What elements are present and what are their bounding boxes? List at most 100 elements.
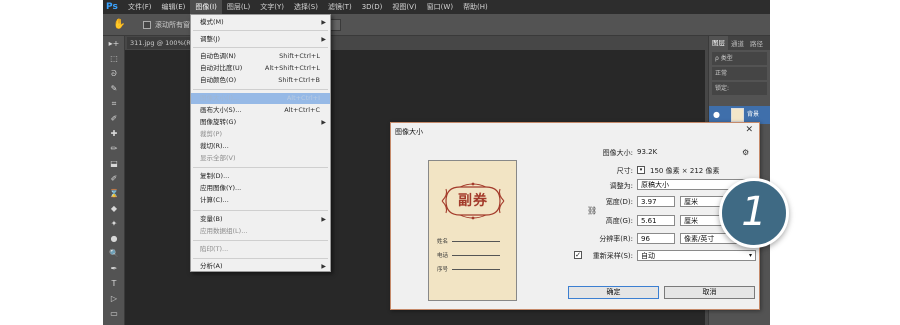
ok-button[interactable]: 确定 xyxy=(568,286,659,299)
menu-item-trap: 陷印(T)... xyxy=(200,245,229,253)
resample-checkbox[interactable]: ✓ xyxy=(574,251,582,259)
toolbox: ▸+ ⬚ ᘐ ✎ ⌗ ✐ ✚ ✏ ⬓ ✐ ⌛ ◆ ✦ ● 🔍 ✒ T ▷ ▭ xyxy=(103,36,125,325)
hand-tool-icon[interactable]: ✋ xyxy=(113,18,127,32)
crop-tool-icon[interactable]: ⌗ xyxy=(103,96,125,111)
scroll-all-windows-checkbox[interactable] xyxy=(143,20,151,29)
submenu-arrow-icon: ▶ xyxy=(321,216,326,223)
lock-row: 锁定: xyxy=(712,82,767,95)
pen-tool-icon[interactable]: ✒ xyxy=(103,261,125,276)
dimensions-value: 150 像素 × 212 像素 xyxy=(650,167,720,175)
healing-tool-icon[interactable]: ✚ xyxy=(103,126,125,141)
image-size-dialog: 图像大小 ✕ 副券 姓名 电话 序号 图像大小: 93.2K ⚙ 尺寸: ▾ 1… xyxy=(390,122,760,310)
gear-icon[interactable]: ⚙ xyxy=(742,148,749,157)
path-select-tool-icon[interactable]: ▷ xyxy=(103,291,125,306)
image-size-label: 图像大小: xyxy=(602,149,633,157)
type-tool-icon[interactable]: T xyxy=(103,276,125,291)
resolution-label: 分辨率(R): xyxy=(599,235,633,243)
menu-item-duplicate[interactable]: 复制(D)... xyxy=(191,171,330,182)
menu-separator xyxy=(193,89,328,90)
form-field-name: 姓名 xyxy=(437,237,501,245)
cancel-button[interactable]: 取消 xyxy=(664,286,755,299)
resample-label: 重新采样(S): xyxy=(592,252,633,260)
menu-item-auto-contrast[interactable]: 自动对比度(U) Alt+Shift+Ctrl+L xyxy=(191,63,330,74)
layer-filter[interactable]: ρ 类型 xyxy=(712,52,767,65)
dimensions-dropdown[interactable]: ▾ xyxy=(637,166,645,174)
height-input[interactable]: 5.61 xyxy=(637,215,675,226)
close-icon[interactable]: ✕ xyxy=(745,125,753,135)
history-brush-tool-icon[interactable]: ✐ xyxy=(103,171,125,186)
link-icon[interactable]: ⛓ xyxy=(587,206,597,215)
quick-select-tool-icon[interactable]: ✎ xyxy=(103,81,125,96)
menu-separator xyxy=(193,30,328,31)
layer-name: 背景 xyxy=(747,111,760,118)
menu-separator xyxy=(193,210,328,211)
image-preview[interactable]: 副券 姓名 电话 序号 xyxy=(428,160,517,301)
menu-layer[interactable]: 图层(L) xyxy=(222,0,255,14)
tab-paths[interactable]: 路径 xyxy=(747,38,766,48)
fit-to-label: 调整为: xyxy=(609,182,633,190)
zoom-tool-icon[interactable]: 🔍 xyxy=(103,246,125,261)
menu-item-canvas-size[interactable]: 画布大小(S)... Alt+Ctrl+C xyxy=(191,105,330,116)
height-label: 高度(G): xyxy=(605,217,633,225)
menu-item-variables[interactable]: 变量(B) ▶ xyxy=(191,214,330,225)
photoshop-logo: Ps xyxy=(106,2,118,12)
menu-window[interactable]: 窗口(W) xyxy=(422,0,458,14)
submenu-arrow-icon: ▶ xyxy=(321,19,326,26)
menu-item-mode[interactable]: 模式(M) ▶ xyxy=(191,17,330,28)
form-field-number: 序号 xyxy=(437,265,501,273)
shape-tool-icon[interactable]: ▭ xyxy=(103,306,125,321)
menu-separator xyxy=(193,240,328,241)
menu-separator xyxy=(193,167,328,168)
dodge-tool-icon[interactable]: ● xyxy=(103,231,125,246)
eraser-tool-icon[interactable]: ⌛ xyxy=(103,186,125,201)
lasso-tool-icon[interactable]: ᘐ xyxy=(103,66,125,81)
eyedropper-tool-icon[interactable]: ✐ xyxy=(103,111,125,126)
blur-tool-icon[interactable]: ✦ xyxy=(103,216,125,231)
stamp-tool-icon[interactable]: ⬓ xyxy=(103,156,125,171)
menu-edit[interactable]: 编辑(E) xyxy=(157,0,191,14)
eye-icon[interactable]: ● xyxy=(713,110,720,119)
width-input[interactable]: 3.97 xyxy=(637,196,675,207)
menu-type[interactable]: 文字(Y) xyxy=(255,0,289,14)
menu-filter[interactable]: 滤镜(T) xyxy=(323,0,357,14)
submenu-arrow-icon: ▶ xyxy=(321,263,326,270)
submenu-arrow-icon: ▶ xyxy=(321,36,326,43)
marquee-tool-icon[interactable]: ⬚ xyxy=(103,51,125,66)
menu-view[interactable]: 视图(V) xyxy=(387,0,421,14)
menu-item-apply-data-set: 应用数据组(L)... xyxy=(200,227,248,235)
menu-bar: Ps 文件(F) 编辑(E) 图像(I) 图层(L) 文字(Y) 选择(S) 滤… xyxy=(103,0,770,14)
menu-item-image-rotation[interactable]: 图像旋转(G) ▶ xyxy=(191,117,330,128)
gradient-tool-icon[interactable]: ◆ xyxy=(103,201,125,216)
menu-image[interactable]: 图像(I) xyxy=(190,0,222,14)
menu-separator xyxy=(193,47,328,48)
image-menu-dropdown: 模式(M) ▶ 调整(J) ▶ 自动色调(N) Shift+Ctrl+L 自动对比度(… xyxy=(190,14,331,272)
dialog-title: 图像大小 xyxy=(395,128,423,136)
layer-thumbnail xyxy=(731,108,744,122)
step-number-badge: 1 xyxy=(719,178,789,248)
menu-item-reveal-all: 显示全部(V) xyxy=(200,154,236,162)
ticket-title: 副券 xyxy=(458,193,488,209)
menu-select[interactable]: 选择(S) xyxy=(289,0,323,14)
menu-item-auto-tone[interactable]: 自动色调(N) Shift+Ctrl+L xyxy=(191,51,330,62)
menu-file[interactable]: 文件(F) xyxy=(123,0,157,14)
tab-channels[interactable]: 通道 xyxy=(728,38,747,48)
resolution-input[interactable]: 96 xyxy=(637,233,675,244)
resample-select[interactable]: 自动 ▾ xyxy=(637,250,756,261)
menu-item-crop: 裁剪(P) xyxy=(200,130,222,138)
brush-tool-icon[interactable]: ✏ xyxy=(103,141,125,156)
menu-item-auto-color[interactable]: 自动颜色(O) Shift+Ctrl+B xyxy=(191,75,330,86)
menu-item-analysis[interactable]: 分析(A) ▶ xyxy=(191,261,330,272)
tab-layers[interactable]: 图层 xyxy=(709,36,728,50)
menu-item-apply-image[interactable]: 应用图像(Y)... xyxy=(191,183,330,194)
menu-item-image-size[interactable]: 图像大小(I)... Alt+Ctrl+I xyxy=(191,93,330,104)
blend-mode-select[interactable]: 正常 xyxy=(712,67,767,80)
menu-separator xyxy=(193,258,328,259)
chevron-down-icon: ▾ xyxy=(748,252,752,259)
panel-tabs: 图层 通道 路径 xyxy=(709,36,770,50)
menu-3d[interactable]: 3D(D) xyxy=(357,0,388,14)
menu-help[interactable]: 帮助(H) xyxy=(458,0,493,14)
menu-item-adjust[interactable]: 调整(J) ▶ xyxy=(191,34,330,45)
move-tool-icon[interactable]: ▸+ xyxy=(103,36,125,51)
menu-item-trim[interactable]: 裁切(R)... xyxy=(191,141,330,152)
menu-item-calculations[interactable]: 计算(C)... xyxy=(191,195,330,206)
